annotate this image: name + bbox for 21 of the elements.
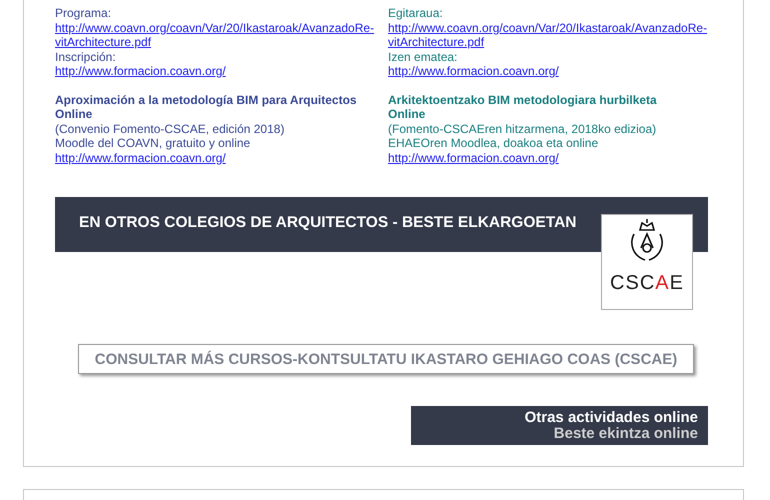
- consult-courses-button[interactable]: CONSULTAR MÁS CURSOS-KONTSULTATU IKASTARO GEHIAGO COAS (CSCAE): [78, 344, 694, 374]
- url-link[interactable]: http://www.coavn.org/coavn/Var/20/Ikastaroak/AvanzadoRe-vitArchitecture.pdf: [55, 20, 388, 50]
- course-title: Online: [388, 107, 426, 122]
- url-link[interactable]: http://www.formacion.coavn.org/: [388, 64, 718, 78]
- banner-title: EN OTROS COLEGIOS DE ARQUITECTOS - BESTE ELKARGOETAN: [79, 214, 576, 232]
- url-link[interactable]: http://www.formacion.coavn.org/: [388, 150, 718, 165]
- course-text: Moodle del COAVN, gratuito y online: [55, 136, 252, 150]
- course-text: Inscripción:: [55, 50, 117, 64]
- course-title: Aproximación a la metodología BIM para Arquitectos Online: [55, 92, 358, 122]
- url-link[interactable]: http://www.formacion.coavn.org/: [55, 64, 388, 78]
- course-text: (Fomento-CSCAEren hitzarmena, 2018ko edizioa): [388, 122, 658, 136]
- course-text: EHAEOren Moodlea, doakoa eta online: [388, 136, 600, 150]
- url-link[interactable]: http://www.formacion.coavn.org/: [55, 150, 388, 165]
- online-activities-button[interactable]: Otras actividades online Beste ekintza online: [411, 406, 708, 445]
- course-text: Programa:: [55, 6, 112, 20]
- course-title: Arkitektoentzako BIM metodologiara hurbilketa: [388, 92, 658, 107]
- course-text: Egitaraua:: [388, 6, 444, 20]
- course-text: Izen ematea:: [388, 50, 458, 64]
- course-text: (Convenio Fomento-CSCAE, edición 2018): [55, 122, 286, 136]
- logo-text: CSCAE: [610, 272, 684, 295]
- url-link[interactable]: http://www.coavn.org/coavn/Var/20/Ikastaroak/AvanzadoRe-vitArchitecture.pdf: [388, 20, 718, 50]
